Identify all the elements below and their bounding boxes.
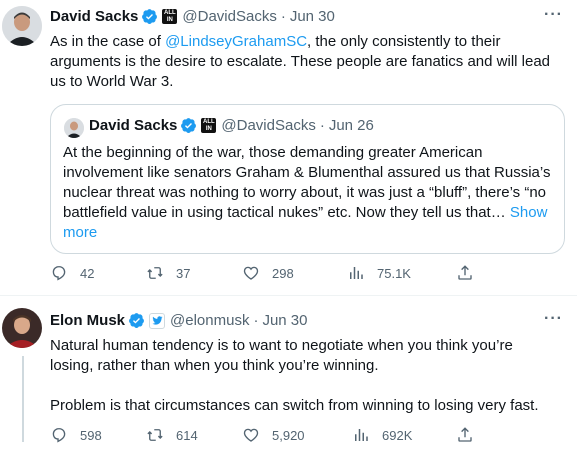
like-count: 298 — [272, 265, 294, 281]
views-button[interactable]: 692K — [352, 426, 412, 444]
reply-button[interactable]: 42 — [50, 264, 94, 282]
like-icon — [243, 266, 259, 280]
reply-count: 42 — [80, 265, 95, 281]
retweet-button[interactable]: 614 — [146, 426, 198, 444]
retweet-icon — [147, 267, 163, 279]
reply-count: 598 — [80, 427, 102, 443]
retweet-button[interactable]: 37 — [146, 264, 190, 282]
retweet-count: 37 — [176, 265, 191, 281]
mention-link[interactable]: @LindseyGrahamSC — [165, 33, 307, 50]
avatar[interactable] — [2, 308, 42, 348]
reply-icon — [52, 427, 66, 443]
tweet-actions: 42 37 298 75.1K — [50, 264, 480, 286]
separator: · — [319, 117, 325, 134]
author-name[interactable]: David Sacks — [50, 8, 138, 25]
verified-badge-icon — [181, 118, 197, 133]
affiliation-badge[interactable] — [149, 312, 166, 329]
quoted-timestamp: Jun 26 — [328, 117, 374, 134]
twitter-bird-icon — [151, 316, 163, 325]
thread-line — [22, 356, 24, 442]
views-icon — [355, 429, 368, 441]
timestamp[interactable]: Jun 30 — [290, 8, 335, 25]
timestamp[interactable]: Jun 30 — [262, 312, 307, 329]
views-count: 692K — [382, 427, 413, 443]
like-button[interactable]: 298 — [242, 264, 294, 282]
verified-badge-icon — [129, 313, 144, 328]
views-button[interactable]: 75.1K — [347, 264, 411, 282]
affiliation-badge: ALL IN — [201, 118, 217, 133]
quoted-author-handle: @DavidSacks — [221, 117, 316, 134]
share-button[interactable] — [456, 264, 474, 282]
tweet-text-part: As in the case of — [50, 33, 166, 50]
tweet-header: David Sacks ALL IN @DavidSacks · Jun 30 — [50, 8, 335, 25]
quoted-author-name: David Sacks — [89, 117, 178, 134]
tweet-david-sacks[interactable]: David Sacks ALL IN @DavidSacks · Jun 30 ·… — [0, 0, 577, 296]
separator: · — [280, 8, 286, 25]
more-icon[interactable]: ··· — [544, 310, 563, 328]
affiliation-badge[interactable]: ALL IN — [162, 9, 178, 24]
retweet-count: 614 — [176, 427, 198, 443]
avatar[interactable] — [2, 6, 42, 46]
quoted-tweet[interactable]: David Sacks ALL IN @DavidSacks · Jun 26 A… — [50, 104, 565, 254]
views-icon — [350, 267, 363, 279]
tweet-text: Natural human tendency is to want to neg… — [50, 337, 513, 374]
like-button[interactable]: 5,920 — [242, 426, 305, 444]
author-handle[interactable]: @DavidSacks — [182, 8, 276, 25]
quoted-text-body: At the beginning of the war, those deman… — [63, 144, 551, 221]
tweet-text: As in the case of @LindseyGrahamSC, the … — [50, 32, 560, 92]
author-handle[interactable]: @elonmusk — [170, 312, 249, 329]
tweet-actions: 598 614 5,920 692K — [50, 426, 480, 448]
like-icon — [243, 428, 259, 442]
retweet-icon — [147, 429, 163, 441]
tweet-header: Elon Musk @elonmusk · Jun 30 — [50, 312, 308, 329]
quoted-avatar — [64, 118, 84, 138]
views-count: 75.1K — [377, 265, 411, 281]
quoted-header: David Sacks ALL IN @DavidSacks · Jun 26 — [89, 117, 374, 134]
author-name[interactable]: Elon Musk — [50, 312, 125, 329]
share-icon — [458, 427, 472, 442]
quoted-text: At the beginning of the war, those deman… — [63, 143, 558, 243]
reply-icon — [52, 265, 66, 281]
share-button[interactable] — [456, 426, 474, 444]
separator: · — [253, 312, 259, 329]
like-count: 5,920 — [272, 427, 305, 443]
tweet-text-paragraph: Problem is that circumstances can switch… — [50, 397, 539, 414]
verified-badge-icon — [142, 9, 158, 24]
reply-button[interactable]: 598 — [50, 426, 102, 444]
more-icon[interactable]: ··· — [544, 6, 563, 24]
share-icon — [458, 265, 472, 280]
